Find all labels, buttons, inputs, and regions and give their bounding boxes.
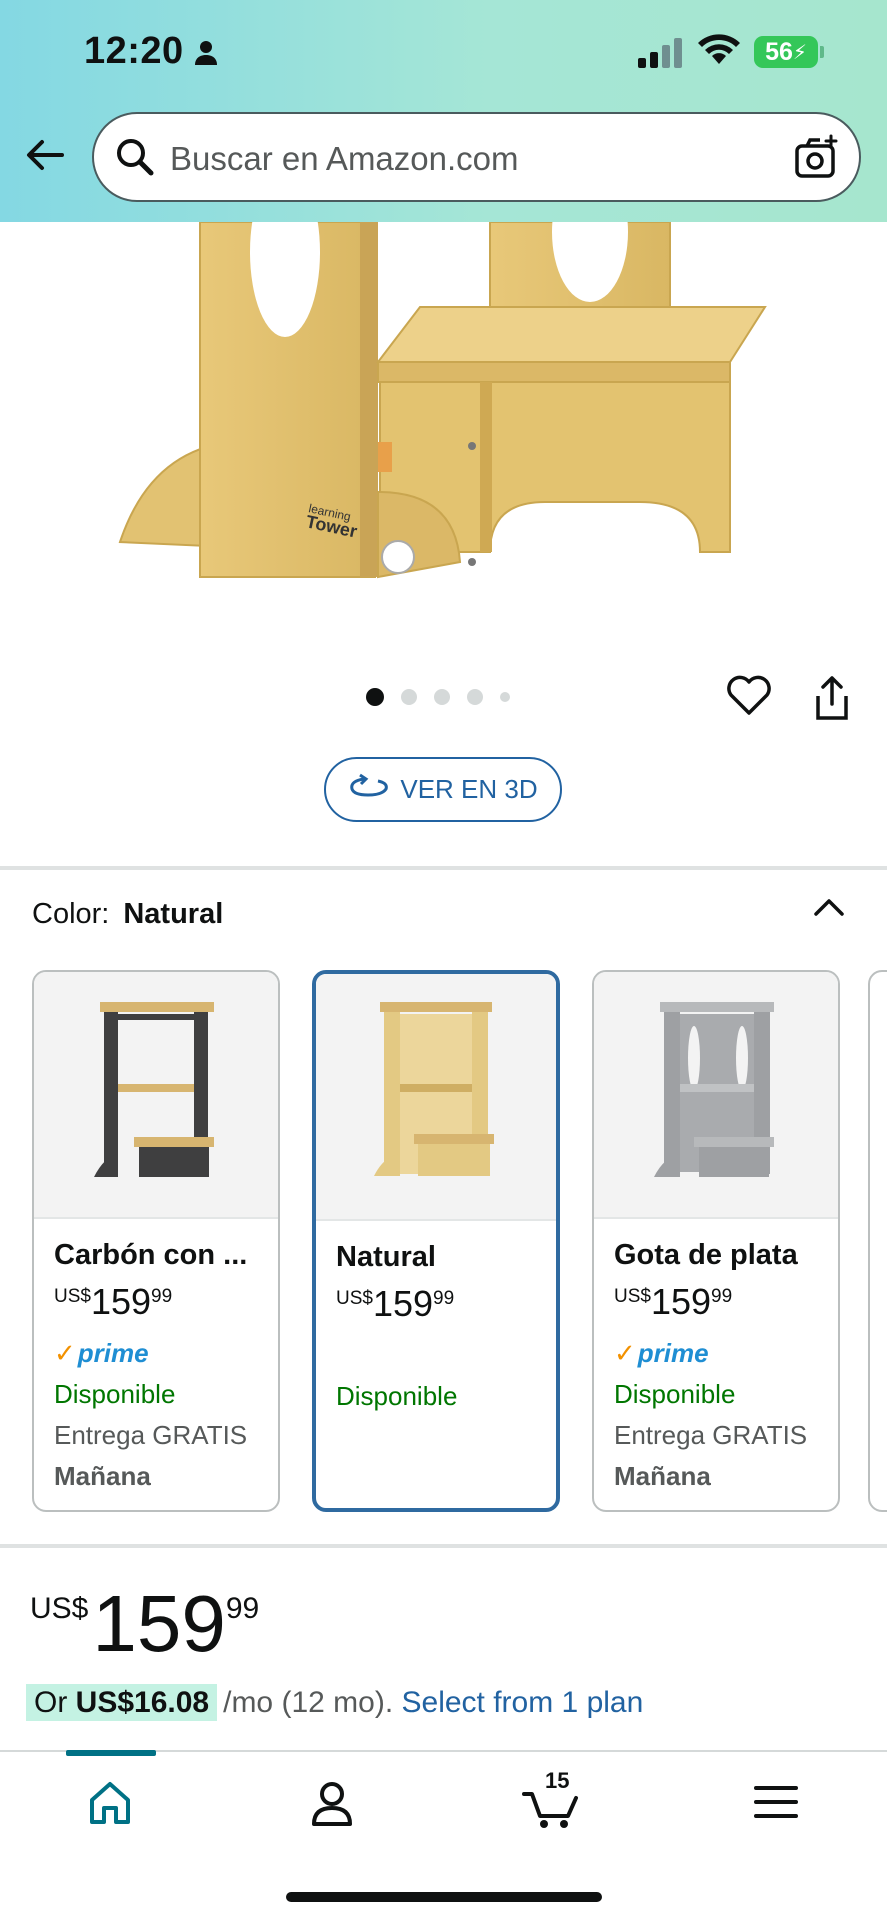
carousel-dot[interactable] <box>401 689 417 705</box>
prime-label: prime <box>637 1338 709 1368</box>
rotate-3d-icon <box>348 773 390 806</box>
prime-badge: ✓ prime <box>54 1338 278 1369</box>
variant-image <box>316 974 556 1221</box>
prime-badge: ✓ prime <box>614 1338 838 1369</box>
variant-image <box>594 972 838 1219</box>
select-plan-link[interactable]: Select from 1 plan <box>402 1686 644 1719</box>
price-whole: 159 <box>372 1283 434 1324</box>
section-divider <box>0 866 887 870</box>
price-fraction: 99 <box>151 1286 173 1307</box>
availability: Disponible <box>614 1379 736 1409</box>
variant-price: US$ 159 99 <box>336 1286 556 1322</box>
carousel-dot[interactable] <box>366 688 384 706</box>
product-image[interactable]: Tower learning <box>0 222 887 662</box>
carousel-dot[interactable] <box>467 689 483 705</box>
installment-highlight: Or US$16.08 <box>26 1684 218 1721</box>
cart-count: 15 <box>545 1768 570 1793</box>
price-currency: US$ <box>30 1592 89 1625</box>
price-currency: US$ <box>614 1286 651 1307</box>
chevron-up-icon[interactable] <box>812 896 846 923</box>
variant-card-silver[interactable]: Gota de plata US$ 159 99 ✓ prime Disponible… <box>592 970 840 1512</box>
delivery-text: Entrega GRATIS <box>54 1420 248 1450</box>
variant-name: Gota de plata <box>614 1239 798 1271</box>
search-icon <box>114 136 156 183</box>
camera-search-icon[interactable] <box>793 134 841 187</box>
variant-card-next[interactable] <box>868 970 887 1512</box>
header: 12:20 56 ⚡ Buscar en Amazon.com <box>0 0 887 222</box>
availability: Disponible <box>336 1381 458 1411</box>
availability: Disponible <box>54 1379 176 1409</box>
menu-icon[interactable] <box>746 1772 806 1832</box>
delivery-day: Mañana <box>614 1461 711 1491</box>
delivery-day: Mañana <box>54 1461 151 1491</box>
variant-card-carbon[interactable]: Carbón con ... US$ 159 99 ✓ prime Disponibl… <box>32 970 280 1512</box>
carousel-dot[interactable] <box>500 692 510 702</box>
prime-check-icon: ✓ <box>614 1338 636 1368</box>
battery-indicator: 56 ⚡ <box>754 36 818 68</box>
status-time: 12:20 <box>84 30 184 72</box>
variant-price: US$ 159 99 <box>54 1284 278 1320</box>
back-arrow-icon[interactable] <box>22 132 68 178</box>
image-carousel-indicator[interactable] <box>366 688 527 706</box>
delivery-text: Entrega GRATIS <box>614 1420 808 1450</box>
price-fraction: 99 <box>225 1592 260 1625</box>
price-currency: US$ <box>54 1286 91 1307</box>
person-icon <box>194 40 218 71</box>
price-fraction: 99 <box>711 1286 733 1307</box>
variant-price: US$ 159 99 <box>614 1284 838 1320</box>
color-label: Color: <box>32 898 110 930</box>
product-price: US$ 159 99 <box>30 1582 259 1666</box>
view-in-3d-button[interactable]: VER EN 3D <box>324 757 562 822</box>
account-icon[interactable] <box>302 1772 362 1832</box>
price-whole: 159 <box>650 1281 712 1322</box>
price-whole: 159 <box>92 1579 226 1668</box>
carousel-dot[interactable] <box>434 689 450 705</box>
price-whole: 159 <box>90 1281 152 1322</box>
variant-image <box>34 972 278 1219</box>
color-selector-header: Color: Natural <box>32 898 223 931</box>
installment-offer: Or US$16.08/mo (12 mo). Select from 1 pl… <box>26 1684 644 1721</box>
share-icon[interactable] <box>812 674 852 727</box>
variant-name: Natural <box>336 1241 436 1273</box>
search-bar[interactable]: Buscar en Amazon.com <box>92 112 861 202</box>
installment-prefix: Or <box>34 1686 68 1719</box>
section-divider <box>0 1544 887 1548</box>
signal-icon <box>638 38 686 73</box>
installment-amount: US$16.08 <box>75 1686 210 1719</box>
installment-term: /mo (12 mo). <box>223 1686 394 1719</box>
price-fraction: 99 <box>433 1288 455 1309</box>
battery-level: 56 <box>765 37 793 66</box>
price-currency: US$ <box>336 1288 373 1309</box>
active-tab-indicator <box>66 1750 156 1756</box>
view-in-3d-label: VER EN 3D <box>400 774 538 804</box>
color-value: Natural <box>123 898 224 930</box>
search-input[interactable]: Buscar en Amazon.com <box>170 140 519 178</box>
prime-check-icon: ✓ <box>54 1338 76 1368</box>
variant-card-natural[interactable]: Natural US$ 159 99 Disponible <box>312 970 560 1512</box>
home-indicator[interactable] <box>286 1892 602 1902</box>
home-icon[interactable] <box>80 1772 140 1832</box>
battery-cap <box>820 46 824 58</box>
heart-icon[interactable] <box>726 674 772 721</box>
prime-label: prime <box>77 1338 149 1368</box>
status-bar: 12:20 56 ⚡ <box>0 0 887 100</box>
wifi-icon <box>698 34 740 71</box>
variant-name: Carbón con ... <box>54 1239 248 1271</box>
